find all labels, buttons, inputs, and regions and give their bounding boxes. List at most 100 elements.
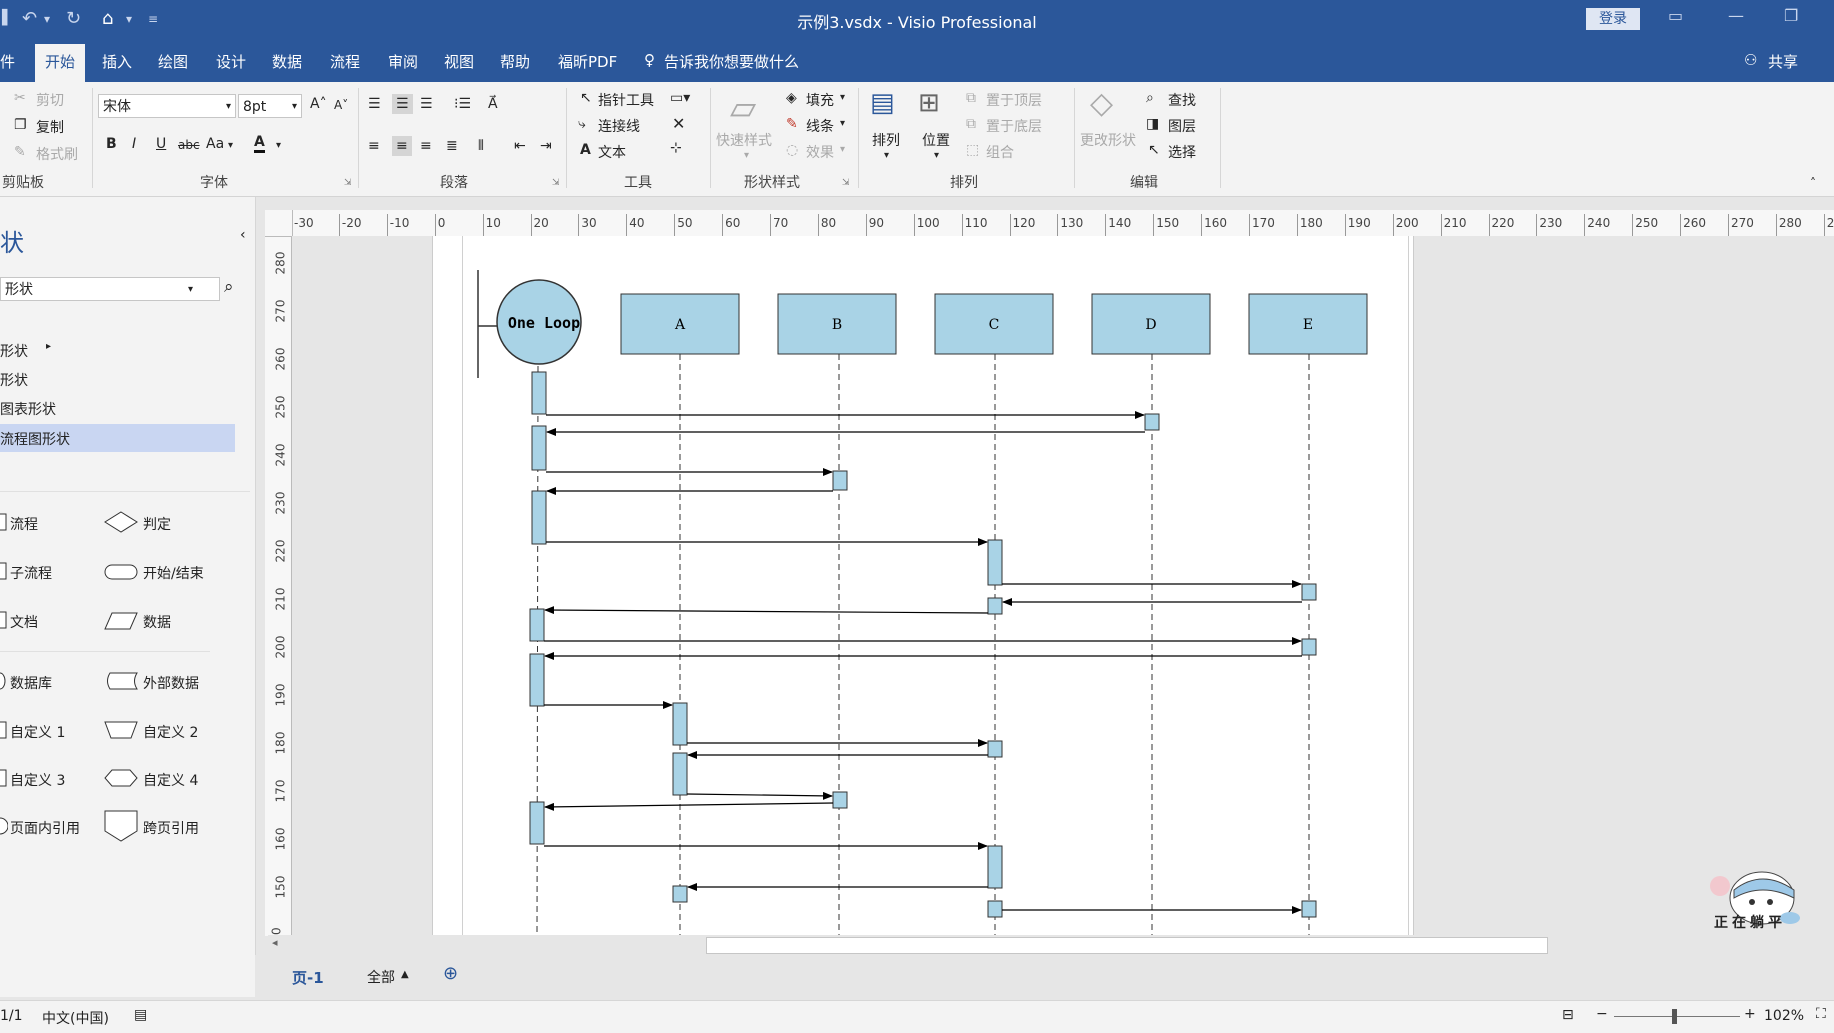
tab-review[interactable]: 审阅 — [388, 51, 418, 72]
search-icon[interactable]: ⌕ — [224, 277, 234, 297]
font-color-button[interactable]: A — [254, 134, 265, 153]
dialog-launcher-icon[interactable]: ⇲ — [552, 178, 560, 188]
category-chart-shapes[interactable]: 图表形状 — [0, 399, 56, 419]
zoom-level[interactable]: 102% — [1764, 1008, 1804, 1024]
add-page-icon[interactable]: ⊕ — [443, 963, 458, 984]
shape-label[interactable]: 自定义 1 — [10, 722, 65, 742]
position-button[interactable]: 位置 — [922, 130, 950, 150]
underline-button[interactable]: U — [156, 136, 166, 152]
zoom-slider[interactable] — [1614, 1016, 1740, 1017]
shape-label[interactable]: 自定义 2 — [143, 722, 198, 742]
grow-font-icon[interactable]: A˄ — [310, 96, 327, 112]
horizontal-scrollbar[interactable]: ◂ — [268, 935, 1834, 955]
align-middle-icon[interactable]: ☰ — [392, 94, 413, 114]
justify-icon[interactable]: ≣ — [446, 138, 458, 154]
tab-home[interactable]: 开始 — [35, 44, 86, 83]
scroll-left-icon[interactable]: ◂ — [272, 936, 278, 949]
bold-button[interactable]: B — [106, 136, 117, 152]
font-size-combo[interactable]: 8pt ▾ — [238, 94, 302, 118]
tab-process[interactable]: 流程 — [330, 51, 360, 72]
format-painter-button[interactable]: 格式刷 — [36, 144, 78, 164]
shape-label[interactable]: 流程 — [10, 514, 38, 534]
text-direction-icon[interactable]: A⃗ — [488, 96, 498, 112]
tab-design[interactable]: 设计 — [216, 51, 246, 72]
fill-button[interactable]: 填充 — [806, 90, 834, 110]
data-shape-icon[interactable] — [104, 611, 138, 631]
text-tool-button[interactable]: 文本 — [598, 142, 626, 162]
align-center-icon[interactable]: ≡ — [392, 136, 412, 156]
share-button[interactable]: 共享 — [1768, 51, 1798, 72]
tab-insert[interactable]: 插入 — [102, 51, 132, 72]
arrange-button[interactable]: 排列 — [872, 130, 900, 150]
copy-button[interactable]: 复制 — [36, 117, 64, 137]
custom2-shape-icon[interactable] — [104, 720, 138, 740]
shape-label[interactable]: 判定 — [143, 514, 171, 534]
change-shape-button[interactable]: 更改形状 — [1080, 130, 1136, 150]
custom4-shape-icon[interactable] — [104, 768, 138, 788]
restore-icon[interactable]: ❐ — [1784, 6, 1798, 25]
process-shape-icon[interactable] — [0, 513, 8, 531]
dialog-launcher-icon[interactable]: ⇲ — [344, 178, 352, 188]
shape-label[interactable]: 自定义 3 — [10, 770, 65, 790]
font-name-combo[interactable]: 宋体 ▾ — [98, 94, 236, 118]
tell-me-box[interactable]: 告诉我你想要做什么 — [664, 51, 799, 72]
dialog-launcher-icon[interactable]: ⇲ — [842, 178, 850, 188]
shape-label[interactable]: 跨页引用 — [143, 818, 199, 838]
zoom-in-icon[interactable]: + — [1744, 1006, 1756, 1022]
bullets-icon[interactable]: ⁝☰ — [454, 96, 471, 112]
all-pages-button[interactable]: 全部 — [367, 967, 395, 987]
document-shape-icon[interactable] — [0, 611, 8, 629]
tab-data[interactable]: 数据 — [272, 51, 302, 72]
shape-label[interactable]: 自定义 4 — [143, 770, 198, 790]
database-shape-icon[interactable] — [0, 672, 8, 690]
minimize-icon[interactable]: — — [1728, 6, 1744, 25]
language[interactable]: 中文(中国) — [42, 1008, 109, 1028]
login-button[interactable]: 登录 — [1586, 8, 1640, 30]
shape-label[interactable]: 数据库 — [10, 673, 52, 693]
effects-button[interactable]: 效果 — [806, 142, 834, 162]
custom1-shape-icon[interactable] — [0, 721, 8, 739]
align-left-icon[interactable]: ≡ — [368, 138, 380, 154]
decision-shape-icon[interactable] — [104, 511, 138, 533]
tab-file[interactable]: 件 — [0, 51, 15, 72]
subprocess-shape-icon[interactable] — [0, 562, 8, 580]
pointer-tool-button[interactable]: 指针工具 — [598, 90, 654, 110]
line-button[interactable]: 线条 — [806, 116, 834, 136]
off-page-ref-shape-icon[interactable] — [104, 809, 138, 843]
shape-label[interactable]: 外部数据 — [143, 673, 199, 693]
on-page-ref-shape-icon[interactable] — [0, 816, 8, 836]
category-quick-shapes[interactable]: 形状 — [0, 370, 28, 390]
connector-button[interactable]: 连接线 — [598, 116, 640, 136]
search-shapes-input[interactable]: 形状 ▾ — [0, 277, 220, 301]
shape-label[interactable]: 页面内引用 — [10, 818, 80, 838]
tab-draw[interactable]: 绘图 — [158, 51, 188, 72]
increase-indent-icon[interactable]: ⇥ — [540, 138, 552, 154]
zoom-out-icon[interactable]: − — [1596, 1006, 1608, 1022]
strikethrough-button[interactable]: abc — [178, 138, 200, 152]
find-button[interactable]: 查找 — [1168, 90, 1196, 110]
tab-view[interactable]: 视图 — [444, 51, 474, 72]
align-right-icon[interactable]: ≡ — [420, 138, 432, 154]
tab-help[interactable]: 帮助 — [500, 51, 530, 72]
rectangle-tool-icon[interactable]: ▭▾ — [670, 90, 690, 106]
shape-label[interactable]: 子流程 — [10, 563, 52, 583]
quick-styles-button[interactable]: 快速样式 — [716, 130, 772, 150]
close-icon[interactable]: ✕ — [672, 114, 685, 133]
send-back-button[interactable]: 置于底层 — [986, 116, 1042, 136]
group-button[interactable]: 组合 — [986, 142, 1014, 162]
bring-front-button[interactable]: 置于顶层 — [986, 90, 1042, 110]
ribbon-display-icon[interactable]: ▭ — [1668, 6, 1683, 25]
shape-label[interactable]: 文档 — [10, 612, 38, 632]
cut-button[interactable]: 剪切 — [36, 90, 64, 110]
custom3-shape-icon[interactable] — [0, 769, 8, 787]
shrink-font-icon[interactable]: A˅ — [334, 98, 348, 112]
shape-label[interactable]: 开始/结束 — [143, 563, 204, 583]
connection-point-icon[interactable]: ⊹ — [670, 140, 682, 156]
align-bottom-icon[interactable]: ☰ — [420, 96, 433, 112]
zoom-slider-thumb[interactable] — [1672, 1009, 1677, 1024]
fit-page-icon[interactable]: ⛶ — [1816, 1006, 1826, 1022]
collapse-ribbon-icon[interactable]: ˄ — [1810, 176, 1816, 190]
external-data-shape-icon[interactable] — [104, 671, 138, 691]
shape-label[interactable]: 数据 — [143, 612, 171, 632]
vertical-text-icon[interactable]: ⫴ — [478, 138, 484, 154]
